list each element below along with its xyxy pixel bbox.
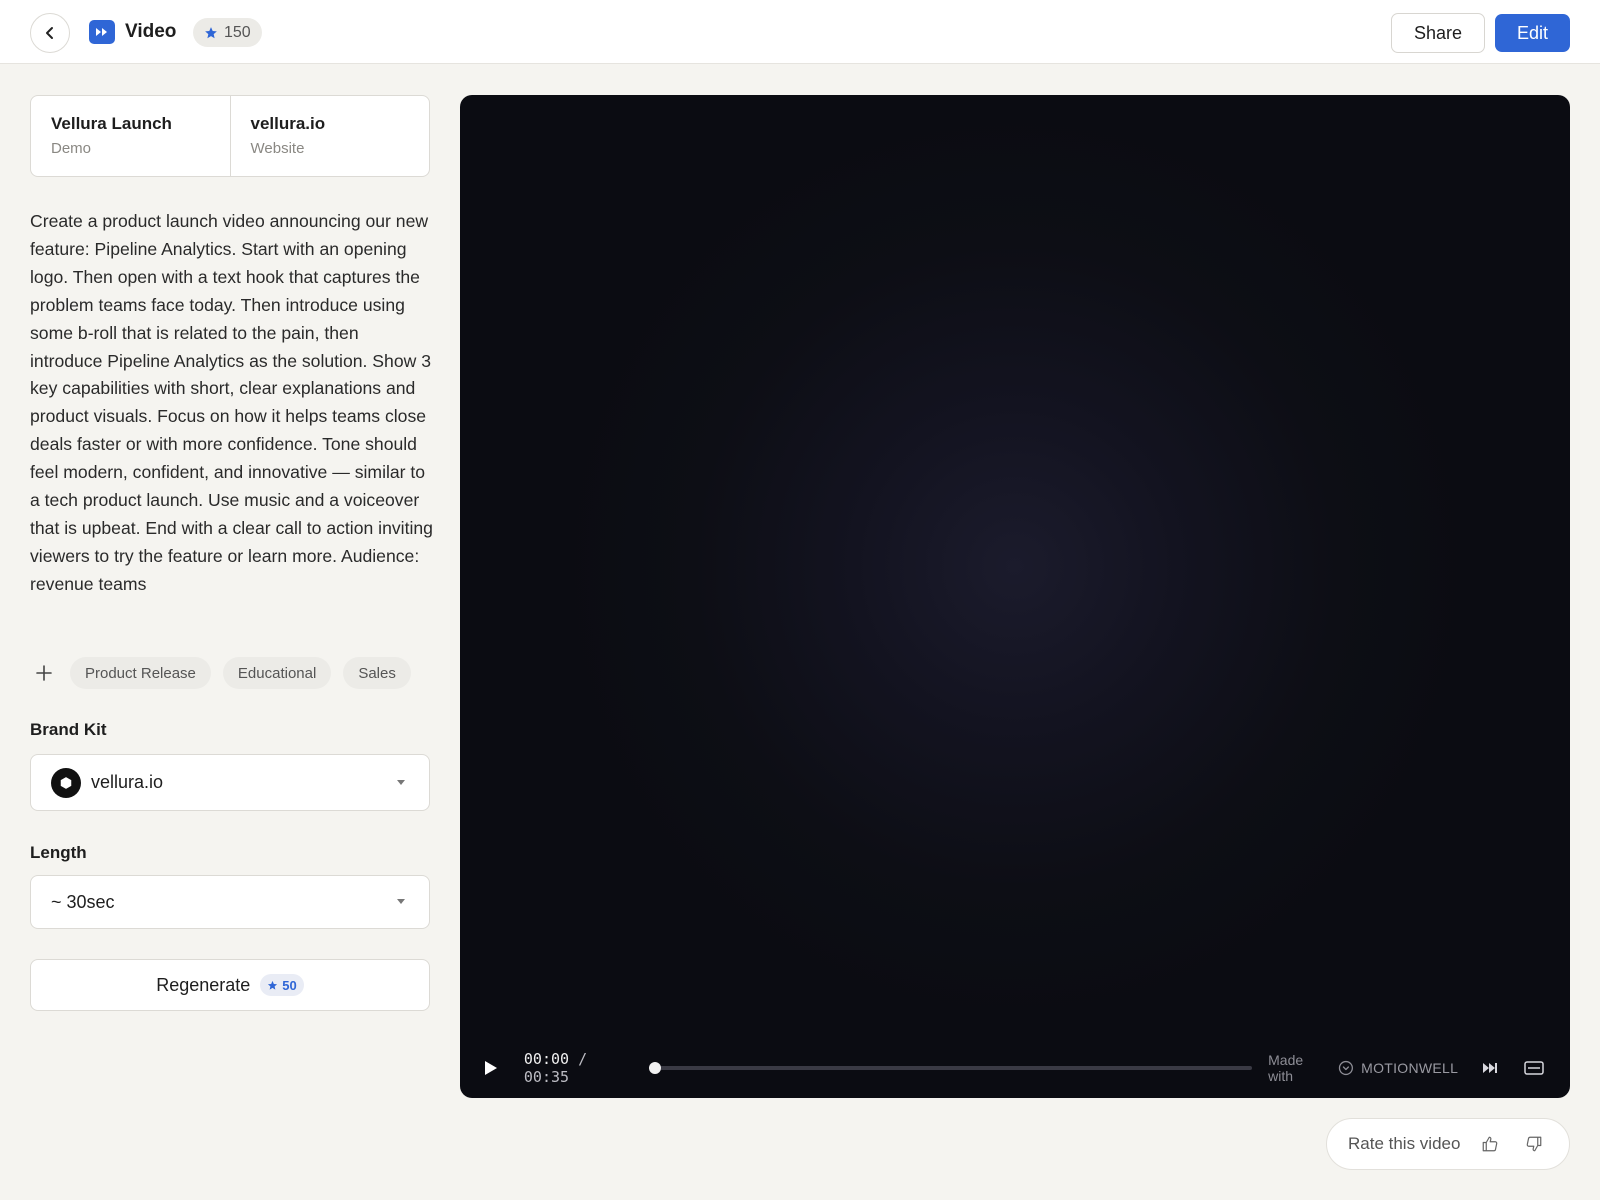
length-select[interactable]: ~ 30sec: [30, 875, 430, 929]
page-title: Video: [125, 21, 177, 42]
brand-kit-value: vellura.io: [91, 772, 164, 792]
regenerate-cost-badge: 50: [260, 974, 304, 996]
skip-forward-button[interactable]: [1478, 1059, 1502, 1077]
captions-button[interactable]: [1522, 1059, 1546, 1077]
project-info-card: Vellura Launch Demo vellura.io Website: [30, 95, 430, 177]
current-time: 00:00: [523, 1050, 570, 1068]
share-button[interactable]: Share: [1391, 13, 1485, 53]
brand-logo: [51, 767, 81, 798]
project-name: Vellura Launch: [51, 114, 172, 133]
player-controls: 00:00 / 00:35 Made with MOTIONWELL: [460, 1038, 1570, 1098]
video-prompt-text[interactable]: Create a product launch video announcing…: [30, 208, 434, 599]
made-with-credit: Made with MOTIONWELL: [1268, 1052, 1458, 1084]
length-label: Length: [30, 843, 87, 862]
tag-product-release[interactable]: Product Release: [70, 657, 211, 689]
made-with-label: Made with: [1268, 1052, 1304, 1084]
length-value: ~ 30sec: [51, 891, 115, 912]
thumbs-down-button[interactable]: [1522, 1132, 1546, 1156]
rate-video-box: Rate this video: [1326, 1118, 1570, 1170]
top-bar: Video 150 Share Edit: [0, 0, 1600, 64]
video-app-icon: [89, 20, 115, 44]
duration: 00:35: [523, 1068, 570, 1086]
progress-handle[interactable]: [648, 1062, 661, 1074]
play-icon: [485, 1061, 497, 1075]
thumbs-up-button[interactable]: [1478, 1132, 1502, 1156]
back-button[interactable]: [30, 13, 70, 53]
tag-sales[interactable]: Sales: [343, 657, 411, 689]
chevron-down-icon: [397, 779, 405, 785]
credits-badge: 150: [193, 18, 262, 47]
chevron-down-icon: [397, 899, 405, 904]
chevron-left-icon: [46, 27, 53, 39]
motionwell-logo[interactable]: MOTIONWELL: [1361, 1060, 1458, 1076]
skip-forward-icon: [1483, 1063, 1498, 1073]
source-name: vellura.io: [250, 114, 326, 133]
time-display: 00:00 / 00:35: [524, 1050, 641, 1086]
regenerate-cost: 50: [282, 977, 297, 993]
video-player[interactable]: 00:00 / 00:35 Made with MOTIONWELL: [460, 95, 1570, 1098]
captions-icon: [1524, 1061, 1544, 1075]
add-tag-button[interactable]: [30, 659, 58, 687]
credits-count: 150: [224, 23, 251, 41]
brand-kit-label: Brand Kit: [30, 720, 107, 739]
star-icon: [268, 980, 278, 990]
source-cell[interactable]: vellura.io Website: [229, 96, 430, 176]
rate-label: Rate this video: [1348, 1134, 1461, 1153]
plus-icon: [36, 665, 52, 681]
brand-kit-select[interactable]: vellura.io: [30, 754, 430, 811]
play-button[interactable]: [484, 1057, 506, 1079]
project-cell[interactable]: Vellura Launch Demo: [31, 96, 230, 176]
project-type: Demo: [51, 140, 92, 157]
thumbs-up-icon: [1483, 1136, 1498, 1152]
tag-list: Product Release Educational Sales: [30, 657, 411, 689]
regenerate-label: Regenerate: [156, 974, 251, 995]
time-separator: /: [578, 1050, 588, 1068]
regenerate-button[interactable]: Regenerate 50: [30, 959, 430, 1011]
edit-button[interactable]: Edit: [1495, 14, 1570, 52]
thumbs-down-icon: [1527, 1136, 1542, 1152]
tag-educational[interactable]: Educational: [222, 657, 332, 689]
check-circle-icon: [1339, 1060, 1354, 1076]
source-type: Website: [250, 140, 305, 157]
progress-slider[interactable]: [648, 1062, 1253, 1074]
star-icon: [205, 26, 217, 38]
